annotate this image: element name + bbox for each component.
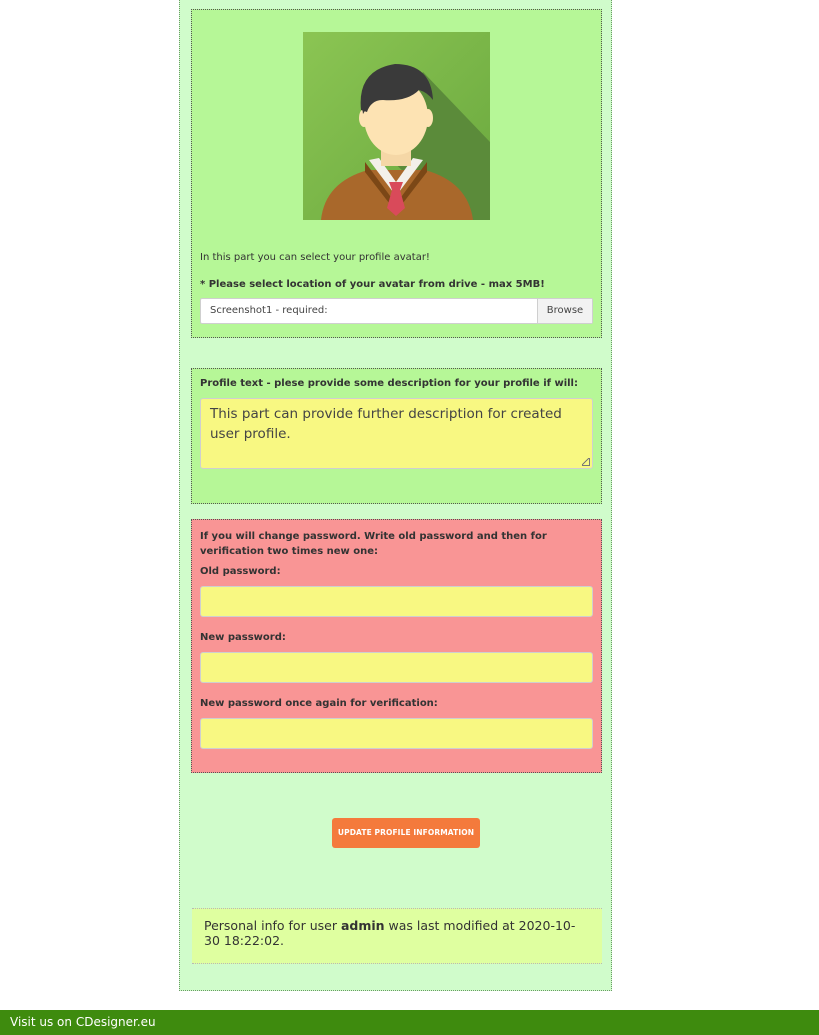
new-password-label: New password: [200, 632, 286, 643]
avatar-panel: In this part you can select your profile… [191, 9, 602, 338]
avatar-requirement: * Please select location of your avatar … [200, 279, 545, 290]
old-password-field[interactable] [200, 586, 593, 617]
profile-text-label: Profile text - plese provide some descri… [200, 378, 578, 389]
verify-password-field[interactable] [200, 718, 593, 749]
info-prefix: Personal info for user [204, 918, 341, 933]
password-intro: If you will change password. Write old p… [200, 531, 547, 557]
profile-text-panel: Profile text - plese provide some descri… [191, 368, 602, 504]
update-profile-button[interactable]: UPDATE PROFILE INFORMATION [332, 818, 480, 848]
profile-text-area[interactable]: This part can provide further descriptio… [200, 398, 593, 469]
new-password-field[interactable] [200, 652, 593, 683]
footer-bar: Visit us on CDesigner.eu [0, 1010, 819, 1035]
avatar-file-input[interactable]: Screenshot1 - required: Browse [200, 298, 593, 324]
footer-link[interactable]: Visit us on CDesigner.eu [10, 1015, 156, 1029]
last-modified-info: Personal info for user admin was last mo… [192, 908, 602, 964]
profile-text-value: This part can provide further descriptio… [210, 406, 562, 442]
file-name-display[interactable]: Screenshot1 - required: [201, 299, 537, 323]
password-panel: If you will change password. Write old p… [191, 519, 602, 773]
avatar-image [303, 32, 490, 220]
info-user: admin [340, 918, 385, 933]
avatar-hint: In this part you can select your profile… [200, 252, 430, 263]
browse-button[interactable]: Browse [537, 299, 592, 323]
old-password-label: Old password: [200, 566, 281, 577]
verify-password-label: New password once again for verification… [200, 698, 438, 709]
resize-handle-icon[interactable] [582, 458, 590, 466]
